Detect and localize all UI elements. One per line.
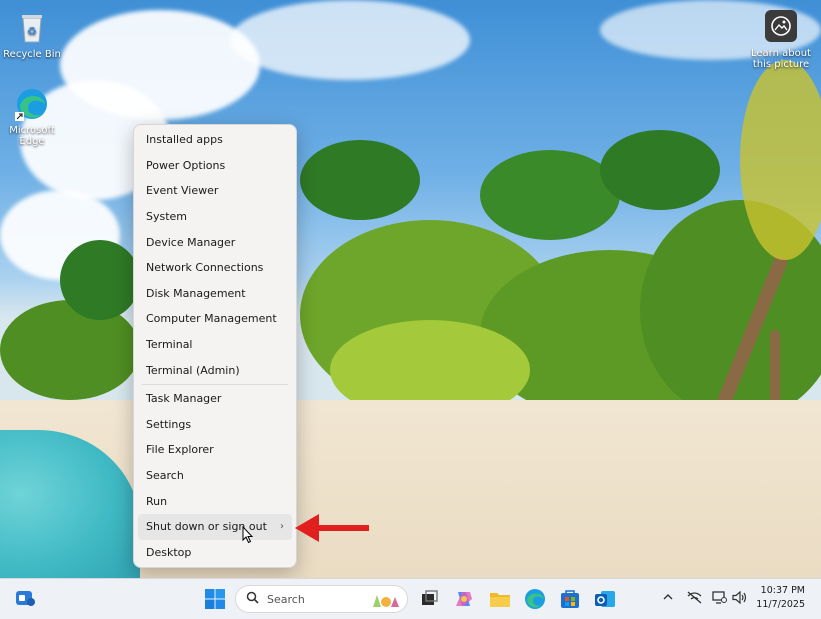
taskbar: Search 10:37 PM 11/7/2025 bbox=[0, 578, 821, 619]
start-icon[interactable] bbox=[203, 587, 227, 611]
menu-item-desktop[interactable]: Desktop bbox=[138, 540, 292, 566]
task-view-icon[interactable] bbox=[417, 587, 441, 611]
menu-item-search[interactable]: Search bbox=[138, 463, 292, 489]
menu-item-settings[interactable]: Settings bbox=[138, 412, 292, 438]
quick-link-menu: Installed apps Power Options Event Viewe… bbox=[133, 124, 297, 568]
menu-item-system[interactable]: System bbox=[138, 204, 292, 230]
wallpaper-cloud bbox=[230, 0, 470, 80]
clock-date: 11/7/2025 bbox=[756, 599, 805, 610]
desktop-icon-recycle-bin[interactable]: ♻ Recycle Bin bbox=[0, 10, 64, 60]
search-icon bbox=[246, 591, 259, 607]
taskbar-search-box[interactable]: Search bbox=[235, 585, 408, 613]
menu-item-label: Disk Management bbox=[146, 286, 246, 300]
menu-item-power-options[interactable]: Power Options bbox=[138, 153, 292, 179]
edge-icon[interactable] bbox=[523, 587, 547, 611]
menu-item-network-connections[interactable]: Network Connections bbox=[138, 255, 292, 281]
menu-item-installed-apps[interactable]: Installed apps bbox=[138, 127, 292, 153]
clock-time: 10:37 PM bbox=[760, 585, 805, 596]
menu-item-label: Run bbox=[146, 494, 168, 508]
volume-icon[interactable] bbox=[732, 590, 747, 608]
edge-icon bbox=[14, 86, 50, 122]
wallpaper-palm bbox=[300, 140, 420, 220]
chevron-right-icon: › bbox=[280, 521, 284, 533]
menu-item-device-manager[interactable]: Device Manager bbox=[138, 229, 292, 255]
svg-text:♻: ♻ bbox=[27, 25, 37, 38]
network-off-icon[interactable] bbox=[687, 591, 702, 608]
red-arrow-annotation bbox=[295, 514, 369, 542]
desktop-icon-label: Recycle Bin bbox=[3, 49, 61, 60]
menu-item-label: Computer Management bbox=[146, 312, 277, 326]
desktop-icon-edge[interactable]: Microsoft Edge bbox=[0, 86, 64, 147]
menu-item-label: File Explorer bbox=[146, 443, 214, 457]
chevron-up-icon[interactable] bbox=[662, 591, 674, 607]
menu-item-label: Desktop bbox=[146, 545, 192, 559]
menu-item-file-explorer[interactable]: File Explorer bbox=[138, 437, 292, 463]
widgets-icon[interactable] bbox=[13, 587, 37, 611]
clock[interactable]: 10:37 PM 11/7/2025 bbox=[756, 584, 805, 612]
desktop-background[interactable] bbox=[0, 0, 821, 578]
desktop-icon-label: Microsoft Edge bbox=[9, 125, 55, 147]
menu-item-task-manager[interactable]: Task Manager bbox=[138, 386, 292, 412]
wallpaper-palm bbox=[740, 60, 821, 260]
mouse-cursor-icon bbox=[242, 526, 254, 544]
copilot-icon[interactable] bbox=[452, 587, 476, 611]
recycle-bin-icon: ♻ bbox=[14, 10, 50, 46]
menu-item-shut-down-or-sign-out[interactable]: Shut down or sign out › bbox=[138, 513, 292, 540]
wallpaper-palm bbox=[600, 130, 720, 210]
learn-about-picture[interactable]: Learn about this picture bbox=[749, 10, 813, 70]
menu-item-label: Device Manager bbox=[146, 235, 236, 249]
learn-about-label: Learn about this picture bbox=[751, 48, 811, 70]
menu-item-label: Task Manager bbox=[146, 392, 222, 406]
menu-item-label: Terminal bbox=[146, 338, 193, 352]
wallpaper-palm bbox=[60, 240, 140, 320]
store-icon[interactable] bbox=[558, 587, 582, 611]
menu-item-terminal[interactable]: Terminal bbox=[138, 332, 292, 358]
menu-item-label: Settings bbox=[146, 417, 192, 431]
menu-item-event-viewer[interactable]: Event Viewer bbox=[138, 178, 292, 204]
menu-item-computer-management[interactable]: Computer Management bbox=[138, 306, 292, 332]
outlook-icon[interactable] bbox=[593, 587, 617, 611]
menu-item-label: Event Viewer bbox=[146, 184, 219, 198]
menu-item-label: System bbox=[146, 210, 188, 224]
menu-item-label: Installed apps bbox=[146, 133, 223, 147]
menu-item-terminal-admin[interactable]: Terminal (Admin) bbox=[138, 357, 292, 383]
camera-lens-icon bbox=[765, 10, 797, 42]
search-placeholder: Search bbox=[267, 592, 305, 606]
menu-item-disk-management[interactable]: Disk Management bbox=[138, 281, 292, 307]
menu-item-label: Terminal (Admin) bbox=[146, 363, 240, 377]
display-icon[interactable] bbox=[712, 591, 727, 608]
menu-item-label: Search bbox=[146, 469, 184, 483]
menu-separator bbox=[142, 383, 288, 385]
menu-item-run[interactable]: Run bbox=[138, 488, 292, 514]
menu-item-label: Network Connections bbox=[146, 261, 264, 275]
wallpaper-palm bbox=[480, 150, 620, 240]
search-highlight-icon bbox=[369, 591, 401, 609]
menu-item-label: Power Options bbox=[146, 158, 226, 172]
file-explorer-icon[interactable] bbox=[488, 587, 512, 611]
